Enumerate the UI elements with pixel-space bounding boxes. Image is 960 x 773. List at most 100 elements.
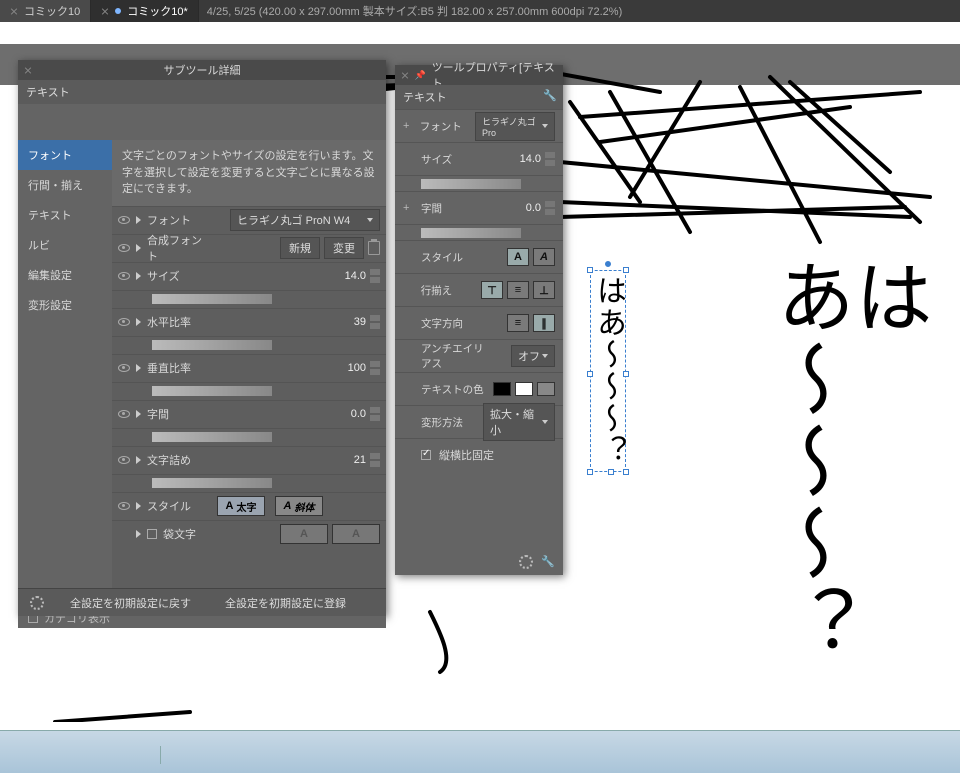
resize-handle[interactable]: [623, 371, 629, 377]
reset-defaults-button[interactable]: 全設定を初期設定に戻す: [62, 593, 199, 613]
font-dropdown[interactable]: ヒラギノ丸ゴ ProN W4: [230, 209, 380, 231]
eye-icon[interactable]: [118, 318, 130, 326]
label-color: テキストの色: [421, 382, 485, 397]
color-black-swatch[interactable]: [493, 382, 511, 396]
chevron-right-icon[interactable]: [136, 530, 141, 538]
chevron-right-icon[interactable]: [136, 216, 141, 224]
panel-titlebar[interactable]: 📌 ツールプロパティ[テキスト: [395, 65, 563, 85]
chevron-right-icon[interactable]: [136, 244, 141, 252]
chevron-right-icon[interactable]: [136, 318, 141, 326]
font-dropdown[interactable]: ヒラギノ丸ゴ Pro: [475, 112, 555, 141]
expand-icon[interactable]: +: [403, 202, 413, 214]
spinner[interactable]: [370, 360, 380, 376]
outline-a2-icon[interactable]: A: [332, 524, 380, 544]
chevron-down-icon: [542, 420, 548, 424]
eye-icon[interactable]: [118, 410, 130, 418]
sidebar-item-font[interactable]: フォント: [18, 140, 112, 170]
save-defaults-button[interactable]: 全設定を初期設定に登録: [217, 593, 354, 613]
eye-icon[interactable]: [118, 272, 130, 280]
resize-handle[interactable]: [587, 267, 593, 273]
lock-aspect-checkbox[interactable]: [421, 450, 431, 460]
sidebar-item-text[interactable]: テキスト: [18, 200, 112, 230]
label-style: スタイル: [421, 250, 475, 265]
align-top-icon[interactable]: ⊤: [481, 281, 503, 299]
eye-icon[interactable]: [118, 216, 130, 224]
change-button[interactable]: 変更: [324, 237, 364, 259]
spinner[interactable]: [545, 200, 555, 216]
chevron-right-icon[interactable]: [136, 272, 141, 280]
wrench-icon[interactable]: 🔧: [543, 89, 557, 102]
document-tabs: コミック10 コミック10* 4/25, 5/25 (420.00 x 297.…: [0, 0, 960, 22]
italic-icon[interactable]: A: [533, 248, 555, 266]
label-style: スタイル: [147, 498, 211, 514]
resize-handle[interactable]: [587, 469, 593, 475]
wrench-icon[interactable]: 🔧: [541, 555, 555, 569]
close-icon[interactable]: [401, 71, 408, 79]
row-synth-font: 合成フォント 新規 変更: [112, 234, 386, 262]
close-icon[interactable]: [101, 7, 109, 15]
panel-footer: 全設定を初期設定に戻す 全設定を初期設定に登録: [18, 588, 386, 616]
outline-a1-icon[interactable]: A: [280, 524, 328, 544]
panel-titlebar[interactable]: サブツール詳細: [18, 60, 386, 80]
new-button[interactable]: 新規: [280, 237, 320, 259]
label-aa: アンチエイリアス: [421, 341, 493, 371]
spacing-slider[interactable]: [152, 432, 272, 442]
eye-icon[interactable]: [118, 364, 130, 372]
rotate-handle[interactable]: [605, 261, 611, 267]
horizontal-icon[interactable]: ≡: [507, 314, 529, 332]
kerning-slider[interactable]: [152, 478, 272, 488]
vratio-slider[interactable]: [152, 386, 272, 396]
chevron-right-icon[interactable]: [136, 364, 141, 372]
section-label: テキスト: [18, 80, 386, 104]
eye-icon[interactable]: [118, 502, 130, 510]
color-white-swatch[interactable]: [515, 382, 533, 396]
trash-icon[interactable]: [368, 241, 380, 255]
aa-dropdown[interactable]: オフ: [511, 345, 555, 367]
resize-handle[interactable]: [608, 469, 614, 475]
transform-dropdown[interactable]: 拡大・縮小: [483, 403, 555, 441]
pin-icon[interactable]: 📌: [414, 70, 425, 81]
spacing-slider[interactable]: [421, 228, 521, 238]
resize-handle[interactable]: [623, 267, 629, 273]
eye-icon[interactable]: [118, 456, 130, 464]
spinner[interactable]: [370, 314, 380, 330]
row-spacing: 字間 0.0: [112, 400, 386, 428]
chevron-right-icon[interactable]: [136, 410, 141, 418]
tab-active[interactable]: コミック10*: [91, 0, 199, 22]
tool-property-panel: 📌 ツールプロパティ[テキスト テキスト 🔧 + フォント ヒラギノ丸ゴ Pro…: [395, 65, 563, 575]
hratio-slider[interactable]: [152, 340, 272, 350]
align-mid-icon[interactable]: ≡: [507, 281, 529, 299]
size-slider[interactable]: [152, 294, 272, 304]
bold-button[interactable]: A太字: [217, 496, 265, 516]
close-icon[interactable]: [24, 66, 32, 74]
chevron-right-icon[interactable]: [136, 456, 141, 464]
tab-inactive[interactable]: コミック10: [0, 0, 91, 22]
outline-checkbox[interactable]: [147, 529, 157, 539]
spinner[interactable]: [545, 151, 555, 167]
sidebar-item-edit[interactable]: 編集設定: [18, 260, 112, 290]
bold-icon[interactable]: A: [507, 248, 529, 266]
italic-button[interactable]: A斜体: [275, 496, 323, 516]
chevron-right-icon[interactable]: [136, 502, 141, 510]
gear-icon[interactable]: [30, 596, 44, 610]
size-value: 14.0: [520, 153, 541, 165]
sidebar-item-transform[interactable]: 変形設定: [18, 290, 112, 320]
sidebar-item-ruby[interactable]: ルビ: [18, 230, 112, 260]
color-gray-swatch[interactable]: [537, 382, 555, 396]
size-slider[interactable]: [421, 179, 521, 189]
spinner[interactable]: [370, 406, 380, 422]
resize-handle[interactable]: [623, 469, 629, 475]
sidebar-item-align[interactable]: 行間・揃え: [18, 170, 112, 200]
eye-icon[interactable]: [118, 244, 130, 252]
resize-handle[interactable]: [587, 371, 593, 377]
close-icon[interactable]: [10, 7, 18, 15]
gear-icon[interactable]: [519, 555, 533, 569]
vertical-icon[interactable]: ∥: [533, 314, 555, 332]
spinner[interactable]: [370, 268, 380, 284]
tab-label: コミック10: [24, 3, 80, 19]
canvas-text-selected[interactable]: はあ〜〜〜？: [590, 270, 626, 472]
expand-icon[interactable]: +: [403, 120, 412, 132]
spinner[interactable]: [370, 452, 380, 468]
canvas-text-large[interactable]: はあ〜〜〜？: [770, 257, 926, 730]
align-bot-icon[interactable]: ⊥: [533, 281, 555, 299]
